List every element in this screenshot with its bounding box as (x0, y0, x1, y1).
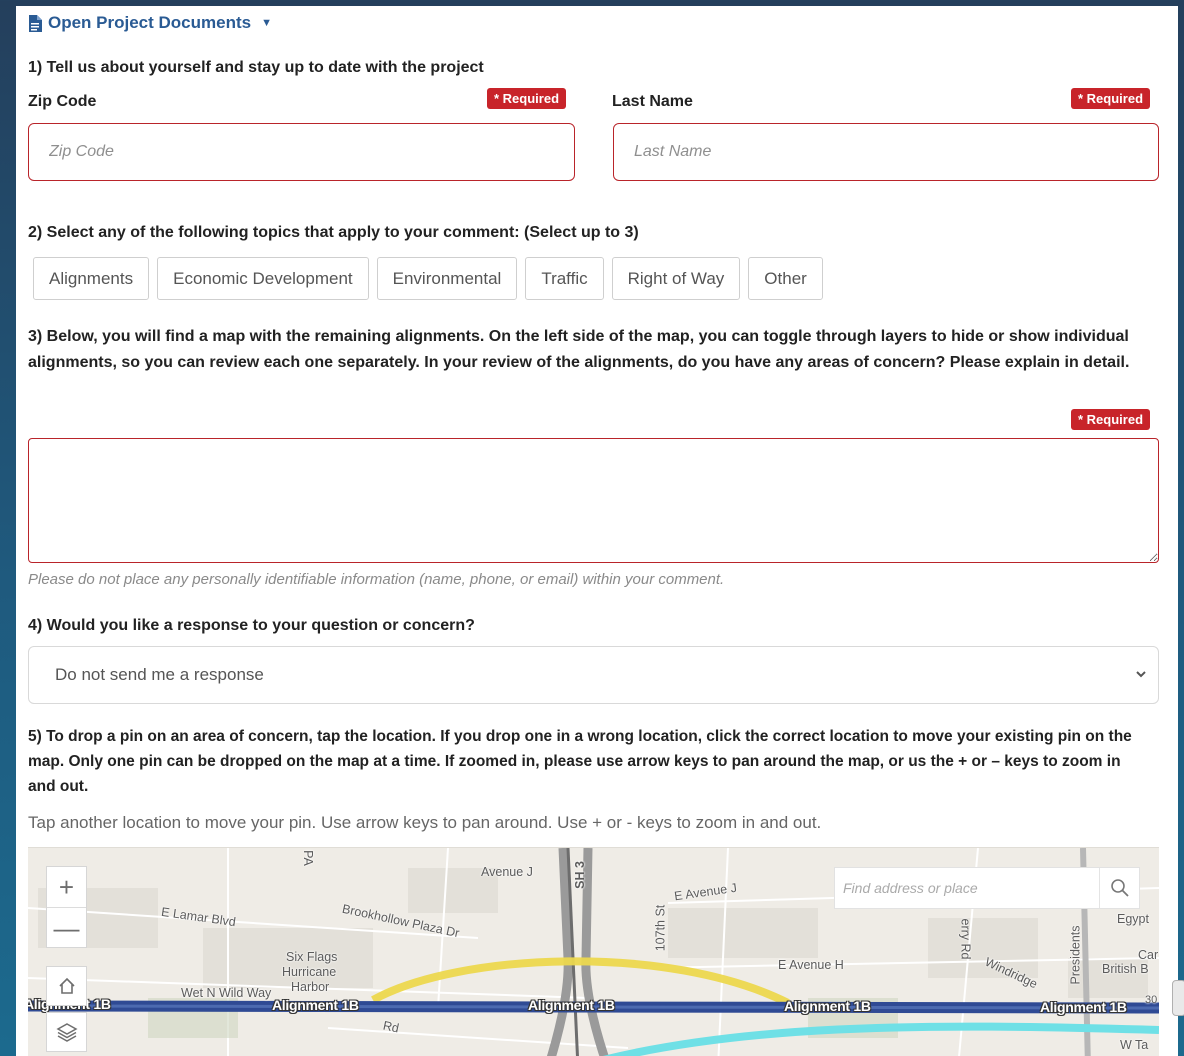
open-project-documents-dropdown[interactable]: Open Project Documents ▼ (28, 12, 272, 34)
map-label-british: British B (1102, 962, 1149, 976)
topic-alignments-button[interactable]: Alignments (33, 257, 150, 300)
map-label-107th-st: 107th St (653, 904, 668, 952)
map-label-sh3: SH 3 (572, 861, 587, 889)
route-label-alignment: Alignment 1B (528, 997, 615, 1013)
last-name-label: Last Name (612, 93, 693, 110)
last-name-required-badge: * Required (1071, 88, 1151, 109)
map-label-rd: Rd (381, 1018, 401, 1036)
alignment-map[interactable]: PA Avenue J SH 3 E Avenue J E Lamar Blvd… (28, 847, 1159, 1056)
map-search (834, 867, 1140, 909)
section-3-text: 3) Below, you will find a map with the r… (28, 328, 1130, 371)
map-label-egypt: Egypt (1117, 912, 1149, 926)
topic-right-of-way-button[interactable]: Right of Way (611, 257, 741, 300)
map-label-presidents: Presidents (1068, 925, 1083, 985)
section-5-text: 5) To drop a pin on an area of concern, … (28, 728, 1132, 795)
zoom-in-button[interactable]: + (47, 867, 86, 907)
map-label-30: 30 (1145, 994, 1158, 1006)
comment-required-badge: * Required (1071, 409, 1151, 430)
chevron-down-icon (1136, 671, 1146, 678)
comment-form-panel: Open Project Documents ▼ 1) Tell us abou… (16, 6, 1178, 1056)
map-search-button[interactable] (1099, 868, 1139, 908)
route-label-alignment: Alignment 1B (784, 998, 871, 1014)
caret-down-icon: ▼ (261, 17, 272, 29)
map-label-w-ta: W Ta (1120, 1038, 1149, 1052)
layers-icon (55, 1023, 78, 1042)
route-label-alignment: Alignment 1B (1040, 999, 1127, 1015)
zoom-control: + — (46, 866, 87, 948)
map-search-input[interactable] (835, 868, 1099, 908)
zip-required-badge: * Required (487, 88, 567, 109)
home-icon (58, 977, 75, 994)
topic-economic-development-button[interactable]: Economic Development (157, 257, 369, 300)
topic-button-group: Alignments Economic Development Environm… (33, 257, 823, 300)
response-select-value: Do not send me a response (55, 665, 264, 684)
comment-textarea[interactable] (28, 438, 1159, 563)
document-icon (29, 14, 42, 32)
response-select[interactable]: Do not send me a response (28, 646, 1159, 704)
topic-environmental-button[interactable]: Environmental (376, 257, 518, 300)
map-instruction: Tap another location to move your pin. U… (28, 813, 822, 832)
zip-code-input[interactable] (28, 123, 575, 181)
home-button[interactable] (46, 966, 87, 1006)
section-4-title: 4) Would you like a response to your que… (28, 617, 475, 634)
docs-link-label: Open Project Documents (48, 13, 252, 32)
map-label-harbor: Harbor (291, 980, 330, 994)
layers-button[interactable] (46, 1012, 87, 1052)
pii-hint: Please do not place any personally ident… (28, 571, 725, 588)
topic-traffic-button[interactable]: Traffic (525, 257, 604, 300)
route-label-alignment: Alignment 1B (272, 997, 359, 1013)
map-label-pa: PA (300, 850, 315, 866)
map-label-wet-n-wild: Wet N Wild Way (181, 986, 272, 1000)
search-icon (1110, 879, 1129, 897)
zip-code-label: Zip Code (28, 93, 97, 110)
map-label-car: Car (1138, 948, 1159, 962)
section-1-title: 1) Tell us about yourself and stay up to… (28, 59, 484, 76)
last-name-input[interactable] (613, 123, 1159, 181)
map-label-hurricane: Hurricane (282, 965, 337, 979)
map-label-six-flags: Six Flags (286, 950, 338, 964)
zoom-out-button[interactable]: — (47, 907, 86, 947)
map-label-avenue-j: Avenue J (481, 865, 533, 879)
map-label-ferry-rd: erry Rd (958, 918, 973, 960)
topic-other-button[interactable]: Other (748, 257, 823, 300)
section-2-title: 2) Select any of the following topics th… (28, 224, 639, 241)
map-label-e-avenue-h: E Avenue H (778, 958, 844, 972)
scrollbar-handle[interactable] (1172, 980, 1184, 1016)
